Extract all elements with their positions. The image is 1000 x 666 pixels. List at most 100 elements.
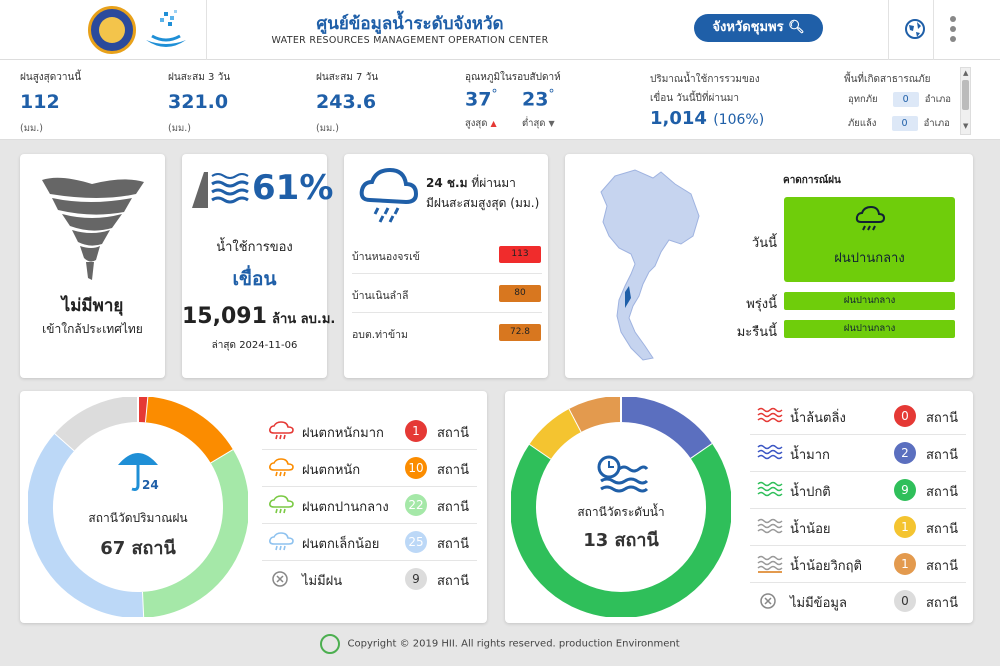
more-menu-icon[interactable] <box>946 15 960 43</box>
legend-row[interactable]: ฝนตกเล็กน้อย 25 สถานี <box>262 523 477 561</box>
arrow-up-icon: ▲ <box>490 119 497 128</box>
legend-label: ฝนตกหนัก <box>302 463 361 478</box>
legend-row[interactable]: น้ำน้อยวิกฤติ 1 สถานี <box>750 545 966 583</box>
rain24-value-badge: 80 <box>499 285 541 302</box>
legend-unit: สถานี <box>437 426 469 441</box>
storm-tornado-icon <box>42 177 144 280</box>
storm-card[interactable]: ไม่มีพายุ เข้าใกล้ประเทศไทย <box>20 154 165 378</box>
donut-segment[interactable] <box>620 397 713 460</box>
legend-count: 9 <box>894 479 916 501</box>
stat-label: ฝนสูงสุดวานนี้ <box>20 72 82 83</box>
legend-count: 1 <box>894 516 916 538</box>
drought-count-badge: 0 <box>891 116 918 131</box>
flood-count-badge: 0 <box>892 92 919 107</box>
rainfall-center-label: สถานีวัดปริมาณฝน <box>88 511 188 525</box>
rain-cloud-icon <box>359 167 419 223</box>
rain24-row[interactable]: บ้านเนินลำลี 80 <box>352 275 542 313</box>
legend-count: 0 <box>894 590 916 612</box>
legend-unit: สถานี <box>437 463 469 478</box>
dam-percent: 61% <box>252 168 334 208</box>
stats-bar: ฝนสูงสุดวานนี้ 112 (มม.) ฝนสะสม 3 วัน 32… <box>0 60 1000 140</box>
dam-line2: เขื่อน <box>232 268 277 290</box>
stat-value: 321.0 <box>168 91 229 113</box>
forecast-tomorrow-label: พรุ่งนี้ <box>746 297 777 312</box>
hii-footer-logo <box>320 634 341 654</box>
legend-count: 22 <box>405 494 427 516</box>
dam-usage-value: 1,014 (106%) <box>650 108 765 129</box>
temp-min-value: 23° <box>522 87 555 111</box>
legend-unit: สถานี <box>437 500 469 515</box>
legend-unit: สถานี <box>926 411 958 426</box>
forecast-dayafter-value[interactable]: ฝนปานกลาง <box>784 320 955 338</box>
legend-label: ไม่มีฝน <box>302 574 343 589</box>
stat-label: ฝนสะสม 7 วัน <box>316 72 379 83</box>
page-subtitle: WATER RESOURCES MANAGEMENT OPERATION CEN… <box>271 35 549 46</box>
legend-unit: สถานี <box>926 559 958 574</box>
legend-row[interactable]: น้ำมาก 2 สถานี <box>750 434 966 472</box>
legend-count: 25 <box>405 531 427 553</box>
legend-row[interactable]: น้ำน้อย 1 สถานี <box>750 508 966 546</box>
page-title: ศูนย์ข้อมูลน้ำระดับจังหวัด <box>316 14 504 34</box>
legend-row[interactable]: ไม่มีข้อมูล 0 สถานี <box>750 582 966 620</box>
stat-temp-label: อุณหภูมิในรอบสัปดาห์ <box>465 72 561 83</box>
forecast-title: คาดการณ์ฝน <box>783 175 841 186</box>
legend-row[interactable]: น้ำล้นตลิ่ง 0 สถานี <box>750 397 966 435</box>
temp-min-label: ต่ำสุด ▼ <box>522 118 555 129</box>
umbrella-icon: 24 <box>118 453 159 492</box>
globe-icon[interactable] <box>903 17 927 41</box>
stat-rain-today: ฝนสูงสุดวานนี้ 112 (มม.) <box>20 70 81 136</box>
water-center-count: 13 สถานี <box>583 530 659 551</box>
legend-count: 2 <box>894 442 916 464</box>
rainfall-center-count: 67 สถานี <box>100 538 176 559</box>
legend-count: 0 <box>894 405 916 427</box>
forecast-tomorrow-value[interactable]: ฝนปานกลาง <box>784 292 955 310</box>
legend-label: น้ำมาก <box>790 448 830 463</box>
donut-segment[interactable] <box>55 397 139 451</box>
forecast-today-label: วันนี้ <box>751 236 777 251</box>
header: ศูนย์ข้อมูลน้ำระดับจังหวัด WATER RESOURC… <box>0 0 1000 60</box>
dam-usage-label2: เขื่อน วันนี้ปีที่ผ่านมา <box>650 93 740 104</box>
forecast-dayafter-label: มะรืนนี้ <box>736 325 777 340</box>
stat-rain-3d: ฝนสะสม 3 วัน 321.0 (มม.) <box>168 70 230 136</box>
storm-title: ไม่มีพายุ <box>61 296 124 316</box>
legend-label: ฝนตกหนักมาก <box>302 426 384 441</box>
legend-row[interactable]: ไม่มีฝน 9 สถานี <box>262 560 477 598</box>
disaster-label: พื้นที่เกิดสาธารณภัย <box>844 74 931 85</box>
rain24-row[interactable]: อบต.ท่าข้าม 72.8 <box>352 314 542 352</box>
dam-line1: น้ำใช้การของ <box>216 240 293 255</box>
umbrella-24-label: 24 <box>142 478 159 492</box>
province-seal-logo <box>88 6 136 54</box>
legend-unit: สถานี <box>926 596 958 611</box>
stat-unit: (มม.) <box>20 123 43 134</box>
donut-segment[interactable] <box>529 408 582 460</box>
rain24-value-badge: 72.8 <box>499 324 541 341</box>
rain24-row[interactable]: บ้านหนองจรเข้ 113 <box>352 236 542 274</box>
scrollbar[interactable]: ▲ ▼ <box>960 67 971 135</box>
rain-cloud-icon <box>855 205 886 231</box>
legend-count: 9 <box>405 568 427 590</box>
legend-unit: สถานี <box>926 448 958 463</box>
legend-row[interactable]: น้ำปกติ 9 สถานี <box>750 471 966 509</box>
thailand-map <box>600 169 700 361</box>
dam-card[interactable]: 61% น้ำใช้การของ เขื่อน 15,091 ล้าน ลบ.ม… <box>182 154 335 378</box>
forecast-today-box[interactable]: ฝนปานกลาง <box>784 197 955 282</box>
province-select-button[interactable]: จังหวัดชุมพร 🔍︎ <box>694 14 823 42</box>
storm-subtitle: เข้าใกล้ประเทศไทย <box>42 322 143 336</box>
donut-segment[interactable] <box>569 397 622 432</box>
legend-unit: สถานี <box>926 485 958 500</box>
stat-unit: (มม.) <box>168 123 191 134</box>
legend-unit: สถานี <box>437 574 469 589</box>
footer: Copyright © 2019 HII. All rights reserve… <box>0 634 1000 654</box>
legend-row[interactable]: ฝนตกหนักมาก 1 สถานี <box>262 412 477 450</box>
legend-count: 1 <box>894 553 916 575</box>
rain-24h-card[interactable]: 24 ช.ม ที่ผ่านมา มีฝนสะสมสูงสุด (มม.) บ้… <box>344 154 548 378</box>
legend-label: ฝนตกปานกลาง <box>302 500 389 515</box>
legend-row[interactable]: ฝนตกปานกลาง 22 สถานี <box>262 486 477 524</box>
copyright-text: Copyright © 2019 HII. All rights reserve… <box>347 638 680 650</box>
legend-row[interactable]: ฝนตกหนัก 10 สถานี <box>262 449 477 487</box>
rain24-title1: 24 ช.ม ที่ผ่านมา <box>426 176 516 190</box>
rain24-title2: มีฝนสะสมสูงสุด (มม.) <box>426 196 540 210</box>
temp-max-value: 37° <box>465 87 498 111</box>
rainfall-donut-chart <box>28 397 248 617</box>
dam-icon <box>192 172 249 208</box>
